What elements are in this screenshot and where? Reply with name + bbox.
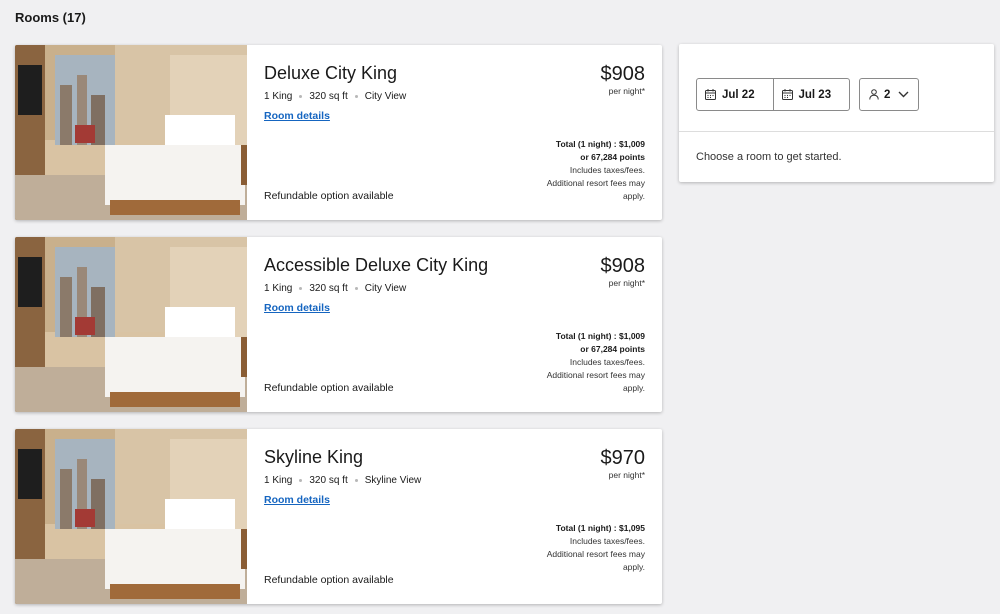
taxes-line: Includes taxes/fees. — [569, 165, 645, 175]
separator-dot — [299, 479, 303, 482]
separator-dot — [299, 287, 303, 290]
room-size: 320 sq ft — [309, 475, 348, 486]
room-name: Accessible Deluxe City King — [264, 255, 489, 275]
resort-fee-line: Additional resort fees may — [546, 370, 645, 380]
room-size: 320 sq ft — [309, 283, 348, 294]
check-out-date-button[interactable]: Jul 23 — [772, 79, 850, 110]
check-out-date: Jul 23 — [798, 88, 832, 101]
nightly-price: $970 — [600, 447, 646, 469]
calendar-icon — [781, 89, 793, 100]
bed-type: 1 King — [264, 91, 293, 102]
price-block: $970 per night* — [601, 447, 646, 480]
per-night-label: per night* — [608, 86, 645, 96]
refundable-note: Refundable option available — [264, 190, 394, 202]
check-in-date-button[interactable]: Jul 22 — [697, 79, 773, 110]
room-attributes: 1 King 320 sq ft City View — [264, 283, 488, 294]
totals-block: Total (1 night) : $1,009 or 67,284 point… — [547, 330, 645, 395]
person-icon — [869, 89, 879, 100]
resort-fee-line-2: apply. — [622, 562, 645, 572]
separator-dot — [354, 287, 358, 290]
points-line: or 67,284 points — [580, 344, 645, 354]
room-view: City View — [364, 283, 407, 294]
chevron-down-icon — [898, 91, 909, 98]
taxes-line: Includes taxes/fees. — [569, 357, 645, 367]
price-block: $908 per night* — [601, 63, 646, 96]
total-line: Total (1 night) : $1,095 — [555, 523, 645, 533]
per-night-label: per night* — [608, 278, 645, 288]
rooms-heading: Rooms (17) — [15, 10, 86, 25]
room-view: City View — [364, 91, 407, 102]
guest-count: 2 — [884, 88, 891, 101]
booking-message: Choose a room to get started. — [696, 151, 842, 163]
per-night-label: per night* — [608, 470, 645, 480]
room-attributes: 1 King 320 sq ft City View — [264, 91, 406, 102]
resort-fee-line: Additional resort fees may — [546, 178, 645, 188]
total-line: Total (1 night) : $1,009 — [555, 331, 645, 341]
room-photo[interactable] — [15, 237, 247, 412]
separator-dot — [354, 479, 358, 482]
room-name: Deluxe City King — [264, 63, 398, 83]
check-in-date: Jul 22 — [722, 88, 755, 101]
resort-fee-line-2: apply. — [622, 383, 645, 393]
bed-type: 1 King — [264, 283, 293, 294]
bed-type: 1 King — [264, 475, 293, 486]
separator-dot — [299, 95, 303, 98]
price-block: $908 per night* — [601, 255, 646, 288]
room-attributes: 1 King 320 sq ft Skyline View — [264, 475, 421, 486]
panel-divider — [679, 131, 994, 132]
refundable-note: Refundable option available — [264, 574, 394, 586]
room-card: Skyline King 1 King 320 sq ft Skyline Vi… — [15, 429, 662, 604]
room-photo[interactable] — [15, 45, 247, 220]
guests-selector[interactable]: 2 — [859, 78, 919, 111]
room-card: Accessible Deluxe City King 1 King 320 s… — [15, 237, 662, 412]
room-details-link[interactable]: Room details — [264, 302, 330, 314]
separator-dot — [354, 95, 358, 98]
date-range-picker: Jul 22 Jul 23 — [696, 78, 850, 111]
room-photo[interactable] — [15, 429, 247, 604]
resort-fee-line: Additional resort fees may — [546, 549, 645, 559]
nightly-price: $908 — [600, 255, 646, 277]
totals-block: Total (1 night) : $1,095 Includes taxes/… — [547, 522, 645, 574]
totals-block: Total (1 night) : $1,009 or 67,284 point… — [547, 138, 645, 203]
refundable-note: Refundable option available — [264, 382, 394, 394]
taxes-line: Includes taxes/fees. — [569, 536, 645, 546]
nightly-price: $908 — [600, 63, 646, 85]
room-card: Deluxe City King 1 King 320 sq ft City V… — [15, 45, 662, 220]
room-details-link[interactable]: Room details — [264, 110, 330, 122]
calendar-icon — [705, 89, 716, 100]
room-details-link[interactable]: Room details — [264, 494, 330, 506]
room-size: 320 sq ft — [309, 91, 348, 102]
total-line: Total (1 night) : $1,009 — [555, 139, 645, 149]
room-view: Skyline View — [364, 475, 422, 486]
points-line: or 67,284 points — [580, 152, 645, 162]
booking-panel: Jul 22 Jul 23 2 Choose a room to get sta… — [679, 44, 994, 182]
resort-fee-line-2: apply. — [622, 191, 645, 201]
room-name: Skyline King — [264, 447, 364, 467]
